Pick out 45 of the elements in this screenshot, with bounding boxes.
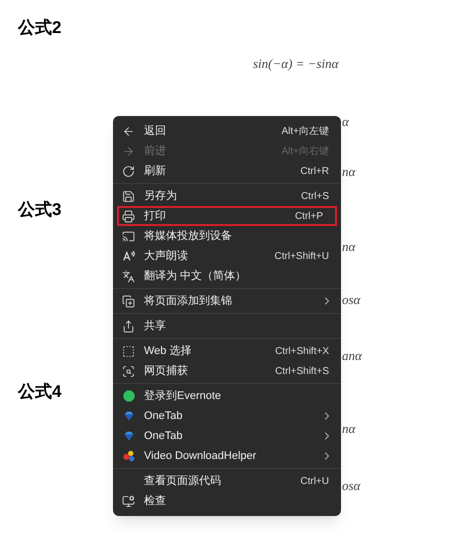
menu-item[interactable]: 大声朗读 Ctrl+Shift+U bbox=[113, 246, 341, 266]
section-heading: 公式2 bbox=[18, 17, 62, 39]
section-heading: 公式3 bbox=[18, 198, 62, 220]
save-icon bbox=[122, 190, 135, 202]
section-heading: 公式4 bbox=[18, 380, 62, 402]
menu-item[interactable]: 查看页面源代码 Ctrl+U bbox=[113, 471, 341, 491]
collection-add-icon bbox=[122, 294, 135, 308]
menu-item[interactable]: Web 选择 Ctrl+Shift+X bbox=[113, 341, 341, 361]
menu-item[interactable]: 刷新 Ctrl+R bbox=[113, 161, 341, 181]
capture-icon bbox=[122, 364, 135, 378]
formula-fragment: nα bbox=[342, 163, 356, 181]
gem-icon bbox=[122, 429, 136, 443]
menu-item[interactable]: 返回 Alt+向左键 bbox=[113, 121, 341, 141]
menu-item[interactable]: 翻译为 中文（简体） bbox=[113, 266, 341, 286]
forward-arrow-icon bbox=[122, 144, 135, 158]
menu-item[interactable]: OneTab bbox=[113, 406, 341, 426]
formula-fragment: nα bbox=[342, 238, 356, 256]
menu-item[interactable]: 将页面添加到集锦 bbox=[113, 291, 341, 311]
menu-item[interactable]: 另存为 Ctrl+S bbox=[113, 186, 341, 206]
back-arrow-icon bbox=[122, 124, 135, 138]
inspect-icon bbox=[122, 494, 135, 508]
formula-fragment: α bbox=[342, 113, 349, 131]
menu-item[interactable]: 共享 bbox=[113, 316, 341, 336]
printer-icon bbox=[122, 210, 135, 222]
menu-item[interactable]: 检查 bbox=[113, 491, 341, 511]
menu-item[interactable]: 登录到Evernote bbox=[113, 386, 341, 406]
cast-icon bbox=[122, 230, 135, 242]
menu-item[interactable]: Video DownloadHelper bbox=[113, 446, 341, 466]
formula-fragment: osα bbox=[342, 291, 360, 309]
share-icon bbox=[122, 320, 135, 332]
refresh-icon bbox=[122, 164, 135, 178]
formula-fragment: osα bbox=[342, 477, 360, 495]
selection-icon bbox=[122, 344, 135, 358]
formula-fragment: nα bbox=[342, 420, 356, 438]
menu-item[interactable]: 将媒体投放到设备 bbox=[113, 226, 341, 246]
translate-icon bbox=[122, 270, 135, 282]
balls-icon bbox=[122, 449, 136, 463]
menu-item[interactable]: 网页捕获 Ctrl+Shift+S bbox=[113, 361, 341, 381]
read-aloud-icon bbox=[122, 249, 136, 263]
menu-item[interactable]: OneTab bbox=[113, 426, 341, 446]
round-dot-icon bbox=[122, 389, 136, 403]
gem-icon bbox=[122, 409, 136, 423]
menu-item[interactable]: 打印 Ctrl+P bbox=[117, 206, 337, 226]
formula: sin(−α) = −sinα bbox=[253, 55, 340, 73]
formula-fragment: anα bbox=[342, 347, 362, 365]
